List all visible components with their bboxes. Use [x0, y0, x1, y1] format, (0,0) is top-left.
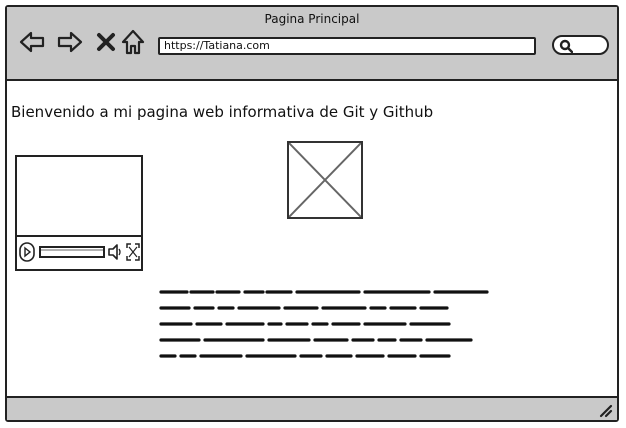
image-placeholder [287, 141, 363, 219]
page-content: Bienvenido a mi pagina web informativa d… [7, 79, 617, 398]
browser-toolbar: Pagina Principal https://Tatiana.com [7, 7, 617, 81]
resize-grip-icon[interactable] [597, 402, 613, 418]
url-input[interactable]: https://Tatiana.com [158, 37, 536, 55]
window-title: Pagina Principal [264, 12, 360, 26]
fullscreen-icon[interactable] [126, 243, 140, 261]
video-player[interactable] [15, 155, 143, 271]
arrow-right-icon [57, 31, 83, 53]
video-controls [17, 235, 141, 269]
close-icon [97, 33, 115, 51]
browser-window: Pagina Principal https://Tatiana.com Bie… [5, 5, 619, 422]
progress-bar[interactable] [39, 245, 105, 259]
stop-button[interactable] [93, 29, 119, 55]
search-button[interactable] [552, 35, 609, 55]
search-icon [559, 39, 573, 53]
image-placeholder-cross [288, 142, 362, 218]
volume-icon[interactable] [107, 242, 125, 262]
home-button[interactable] [120, 29, 146, 55]
placeholder-text-block [159, 290, 489, 358]
arrow-left-icon [19, 31, 45, 53]
back-button[interactable] [19, 29, 45, 55]
status-bar [7, 396, 617, 420]
home-icon [121, 29, 145, 55]
forward-button[interactable] [57, 29, 83, 55]
play-icon[interactable] [19, 242, 35, 262]
page-heading: Bienvenido a mi pagina web informativa d… [11, 103, 434, 121]
